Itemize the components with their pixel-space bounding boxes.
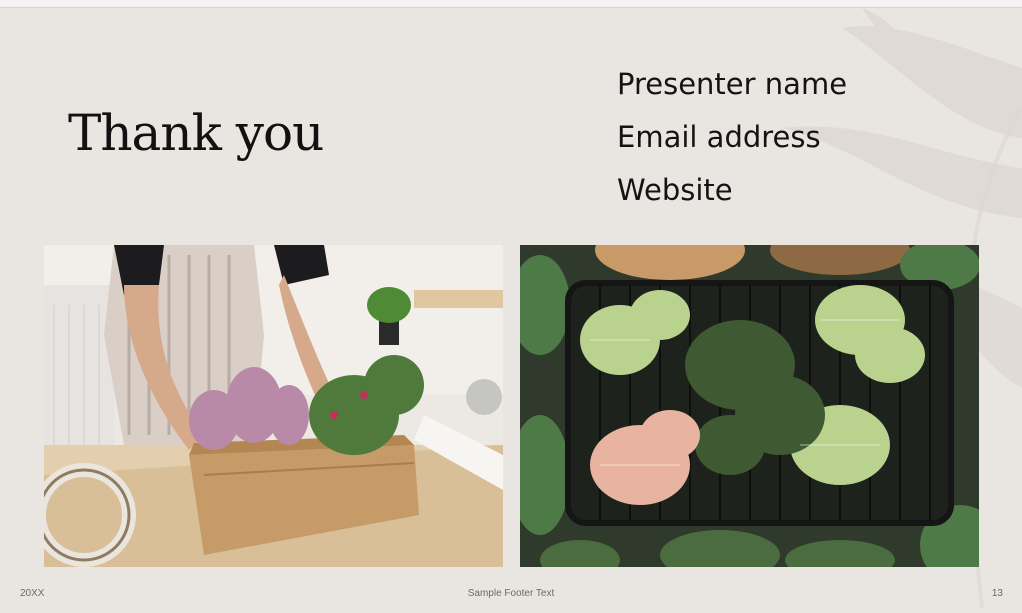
page-number: 13 [991,588,1003,599]
website: Website [617,173,733,207]
photo-plant-basket [520,245,979,567]
slide-title: Thank you [68,104,324,162]
footer-text: Sample Footer Text [467,588,555,599]
photo-planting-box [44,245,503,567]
contact-info: Presenter name Email address Website [617,64,847,223]
window-top-bar [0,0,1022,8]
email-address: Email address [617,120,821,154]
presenter-name: Presenter name [617,67,848,101]
